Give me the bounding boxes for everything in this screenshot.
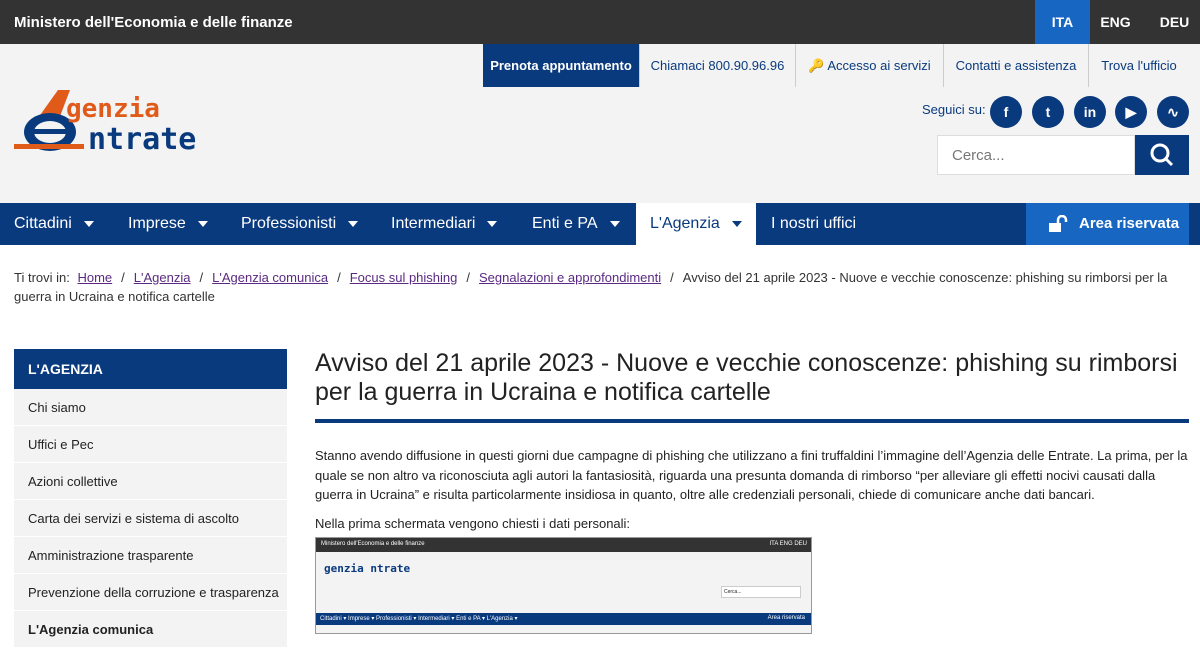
lang-ita[interactable]: ITA	[1035, 0, 1090, 44]
reserved-area-label: Area riservata	[1079, 215, 1180, 232]
lang-eng[interactable]: ENG	[1088, 0, 1143, 44]
follow-label: Seguici su:	[922, 102, 986, 117]
sidebar-item-azioni-collettive[interactable]: Azioni collettive	[14, 463, 287, 500]
sidebar-item-uffici-pec[interactable]: Uffici e Pec	[14, 426, 287, 463]
breadcrumb-prefix: Ti trovi in:	[14, 270, 70, 285]
key-icon: 🔑	[808, 58, 828, 73]
phishing-screenshot-image: Ministero dell'Economia e delle finanze I…	[315, 537, 812, 634]
logo-text-top: genzia	[66, 94, 160, 124]
sidebar-item-agenzia-comunica[interactable]: L'Agenzia comunica	[14, 611, 287, 648]
nav-enti-pa[interactable]: Enti e PA	[532, 203, 620, 245]
rss-icon[interactable]: ∿	[1157, 96, 1189, 128]
nav-nostri-uffici[interactable]: I nostri uffici	[771, 203, 856, 245]
breadcrumb-agenzia-comunica[interactable]: L'Agenzia comunica	[212, 270, 328, 285]
nav-imprese[interactable]: Imprese	[128, 203, 208, 245]
nav-cittadini[interactable]: Cittadini	[14, 203, 94, 245]
screenshot-logo: genzia ntrate	[324, 562, 411, 575]
sidebar-title: L'AGENZIA	[14, 349, 287, 389]
title-rule	[315, 419, 1189, 423]
breadcrumb: Ti trovi in: Home / L'Agenzia / L'Agenzia co…	[14, 270, 1168, 304]
chevron-down-icon	[609, 220, 620, 227]
nav-intermediari[interactable]: Intermediari	[391, 203, 498, 245]
nav-agenzia[interactable]: L'Agenzia	[636, 203, 756, 245]
sidebar: L'AGENZIA Chi siamo Uffici e Pec Azioni …	[14, 349, 287, 648]
sidebar-item-prevenzione-corruzione[interactable]: Prevenzione della corruzione e trasparen…	[14, 574, 287, 611]
breadcrumb-home[interactable]: Home	[77, 270, 112, 285]
nav-professionisti[interactable]: Professionisti	[241, 203, 359, 245]
agenzia-entrate-logo[interactable]: genzia ntrate	[14, 88, 259, 160]
top-bar: Ministero dell'Economia e delle finanze …	[0, 0, 1200, 44]
youtube-icon[interactable]: ▶	[1115, 96, 1147, 128]
book-appointment-button[interactable]: Prenota appuntamento	[483, 44, 639, 87]
screenshot-search: Cerca...	[721, 586, 801, 598]
reserved-area-button[interactable]: Area riservata	[1026, 203, 1189, 245]
lang-deu[interactable]: DEU	[1147, 0, 1200, 44]
chevron-down-icon	[197, 220, 208, 227]
search-icon	[1150, 143, 1174, 167]
page-title: Avviso del 21 aprile 2023 - Nuove e vecc…	[315, 349, 1178, 406]
ministry-label: Ministero dell'Economia e delle finanze	[14, 14, 293, 31]
services-access-link[interactable]: 🔑 Accesso ai servizi	[795, 44, 943, 87]
breadcrumb-focus-phishing[interactable]: Focus sul phishing	[350, 270, 458, 285]
linkedin-icon[interactable]: in	[1074, 96, 1106, 128]
unlock-icon	[1049, 215, 1068, 232]
find-office-link[interactable]: Trova l'ufficio	[1088, 44, 1189, 87]
search-button[interactable]	[1135, 135, 1189, 175]
call-link[interactable]: Chiamaci 800.90.96.96	[639, 44, 795, 87]
logo-text-bottom: ntrate	[88, 122, 197, 157]
chevron-down-icon	[83, 220, 94, 227]
breadcrumb-agenzia[interactable]: L'Agenzia	[134, 270, 191, 285]
main-nav: Cittadini Imprese Professionisti Interme…	[0, 203, 1200, 245]
sidebar-item-chi-siamo[interactable]: Chi siamo	[14, 389, 287, 426]
chevron-down-icon	[348, 220, 359, 227]
services-access-label: Accesso ai servizi	[827, 58, 931, 73]
sidebar-item-amministrazione-trasparente[interactable]: Amministrazione trasparente	[14, 537, 287, 574]
intro-paragraph: Stanno avendo diffusione in questi giorn…	[315, 448, 1188, 502]
chevron-down-icon	[487, 220, 498, 227]
twitter-icon[interactable]: t	[1032, 96, 1064, 128]
main-content: Avviso del 21 aprile 2023 - Nuove e vecc…	[315, 349, 1189, 634]
sidebar-item-carta-servizi[interactable]: Carta dei servizi e sistema di ascolto	[14, 500, 287, 537]
search-input[interactable]: Cerca...	[937, 135, 1135, 175]
second-paragraph: Nella prima schermata vengono chiesti i …	[315, 515, 631, 531]
contacts-link[interactable]: Contatti e assistenza	[943, 44, 1088, 87]
chevron-down-icon	[731, 220, 742, 227]
breadcrumb-segnalazioni[interactable]: Segnalazioni e approfondimenti	[479, 270, 661, 285]
screenshot-nav: Cittadini ▾ Imprese ▾ Professionisti ▾ I…	[316, 613, 811, 625]
facebook-icon[interactable]: f	[990, 96, 1022, 128]
screenshot-topbar: Ministero dell'Economia e delle finanze I…	[316, 538, 811, 552]
header: Prenota appuntamento Chiamaci 800.90.96.…	[0, 44, 1200, 203]
